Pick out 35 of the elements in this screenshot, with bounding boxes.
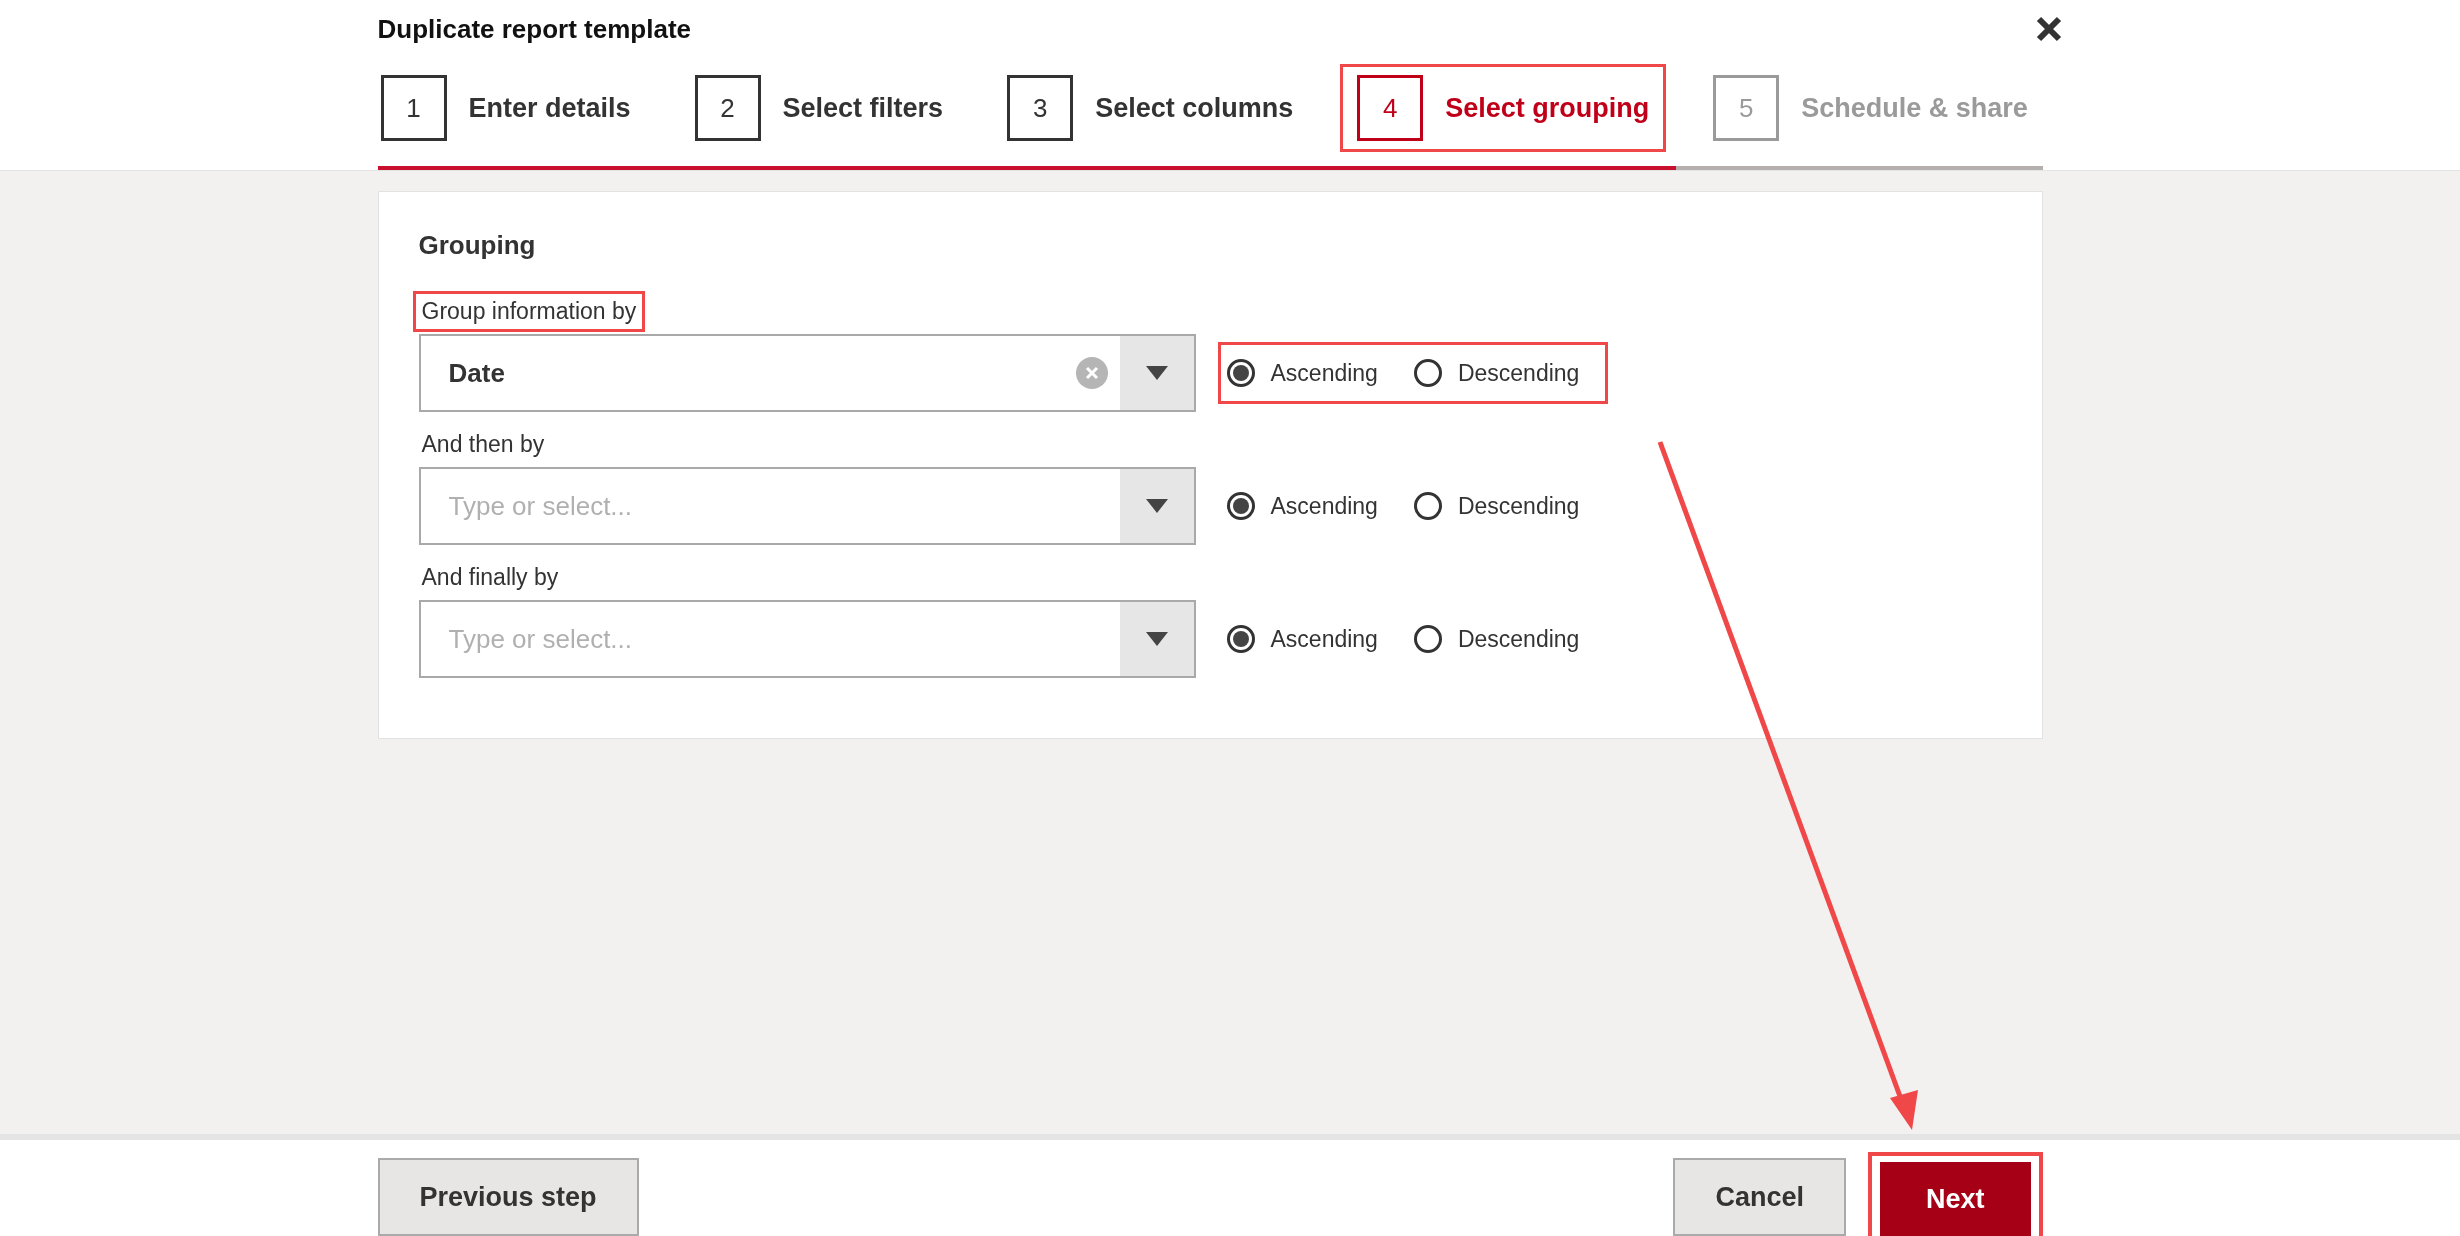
sort-radio[interactable]: Descending bbox=[1413, 359, 1580, 387]
close-icon bbox=[2034, 15, 2063, 43]
select-value: Date bbox=[447, 356, 506, 390]
caret-icon bbox=[1145, 499, 1168, 513]
step-number: 2 bbox=[694, 75, 761, 141]
step-label[interactable]: Select columns bbox=[1095, 92, 1294, 124]
sort-radio[interactable]: Descending bbox=[1413, 625, 1580, 653]
dialog-title: Duplicate report template bbox=[377, 13, 691, 45]
sort-radio[interactable]: Ascending bbox=[1226, 625, 1378, 653]
section-heading: Grouping bbox=[418, 230, 537, 261]
step-label[interactable]: Select grouping bbox=[1445, 92, 1650, 124]
cancel-button[interactable]: Cancel bbox=[1673, 1158, 1846, 1236]
sort-radio[interactable]: Ascending bbox=[1226, 359, 1378, 387]
sort-radio[interactable]: Descending bbox=[1413, 492, 1580, 520]
close-button[interactable] bbox=[2034, 15, 2063, 43]
step-number: 5 bbox=[1713, 75, 1780, 141]
step-number: 4 bbox=[1357, 75, 1424, 141]
step-number: 1 bbox=[380, 75, 447, 141]
next-button[interactable]: Next bbox=[1879, 1162, 2031, 1236]
step-label[interactable]: Select filters bbox=[782, 92, 944, 124]
dropdown-button[interactable] bbox=[1119, 469, 1194, 543]
caret-icon bbox=[1145, 632, 1168, 646]
field-label: And then by bbox=[420, 430, 546, 459]
previous-step-button[interactable]: Previous step bbox=[377, 1158, 639, 1236]
field-label: Group information by bbox=[412, 291, 646, 332]
select-field[interactable]: Date bbox=[418, 334, 1196, 412]
dropdown-button[interactable] bbox=[1119, 336, 1194, 410]
field-label: And finally by bbox=[420, 563, 560, 592]
dropdown-button[interactable] bbox=[1119, 602, 1194, 676]
caret-icon bbox=[1145, 366, 1168, 380]
step-number: 3 bbox=[1007, 75, 1074, 141]
select-placeholder: Type or select... bbox=[447, 489, 634, 523]
select-placeholder: Type or select... bbox=[447, 622, 634, 656]
sort-radio[interactable]: Ascending bbox=[1226, 492, 1378, 520]
step-label[interactable]: Enter details bbox=[468, 92, 631, 124]
